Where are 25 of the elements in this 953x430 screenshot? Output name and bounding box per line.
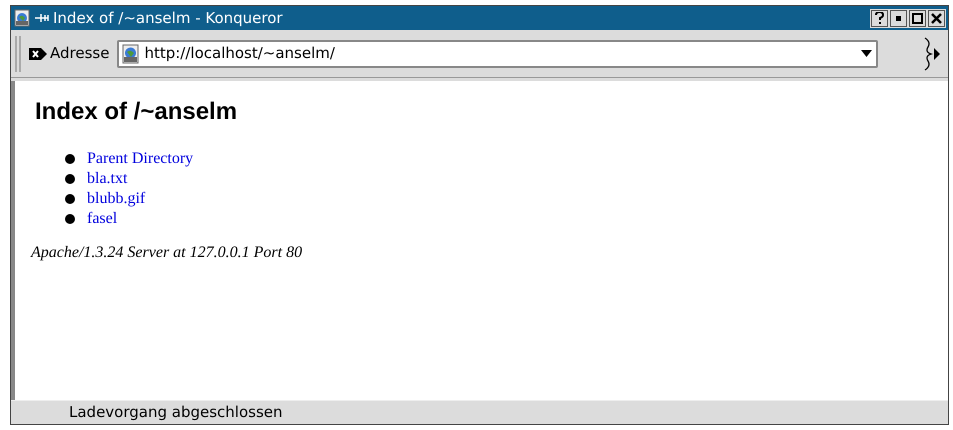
page-heading: Index of /~anselm: [35, 97, 238, 127]
bullet-icon: [65, 214, 75, 224]
server-signature: Apache/1.3.24 Server at 127.0.0.1 Port 80: [31, 243, 304, 263]
bullet-icon: [65, 174, 75, 184]
globe-document-icon: [121, 44, 142, 64]
help-button[interactable]: [871, 10, 888, 26]
minimize-button[interactable]: [890, 10, 907, 26]
dropdown-arrow-icon[interactable]: [861, 50, 872, 57]
bullet-icon: [65, 154, 75, 164]
maximize-button[interactable]: [909, 10, 926, 26]
close-icon: [931, 12, 942, 24]
toolbar-extension-icon[interactable]: [922, 36, 942, 72]
bullet-icon: [65, 194, 75, 204]
maximize-icon: [912, 12, 923, 24]
minimize-icon: [896, 16, 901, 20]
close-button[interactable]: [928, 10, 945, 26]
clear-icon: [29, 48, 47, 60]
address-field[interactable]: http://localhost/~anselm/: [117, 40, 878, 68]
pin-icon[interactable]: [35, 13, 49, 23]
toolbar-handle[interactable]: [15, 36, 21, 72]
address-text: http://localhost/~anselm/: [144, 43, 336, 64]
help-icon: [875, 12, 884, 24]
clear-location-button[interactable]: Adresse: [25, 42, 114, 65]
status-text: Ladevorgang abgeschlossen: [69, 402, 283, 424]
window-title: Index of /~anselm - Konqueror: [53, 8, 283, 29]
